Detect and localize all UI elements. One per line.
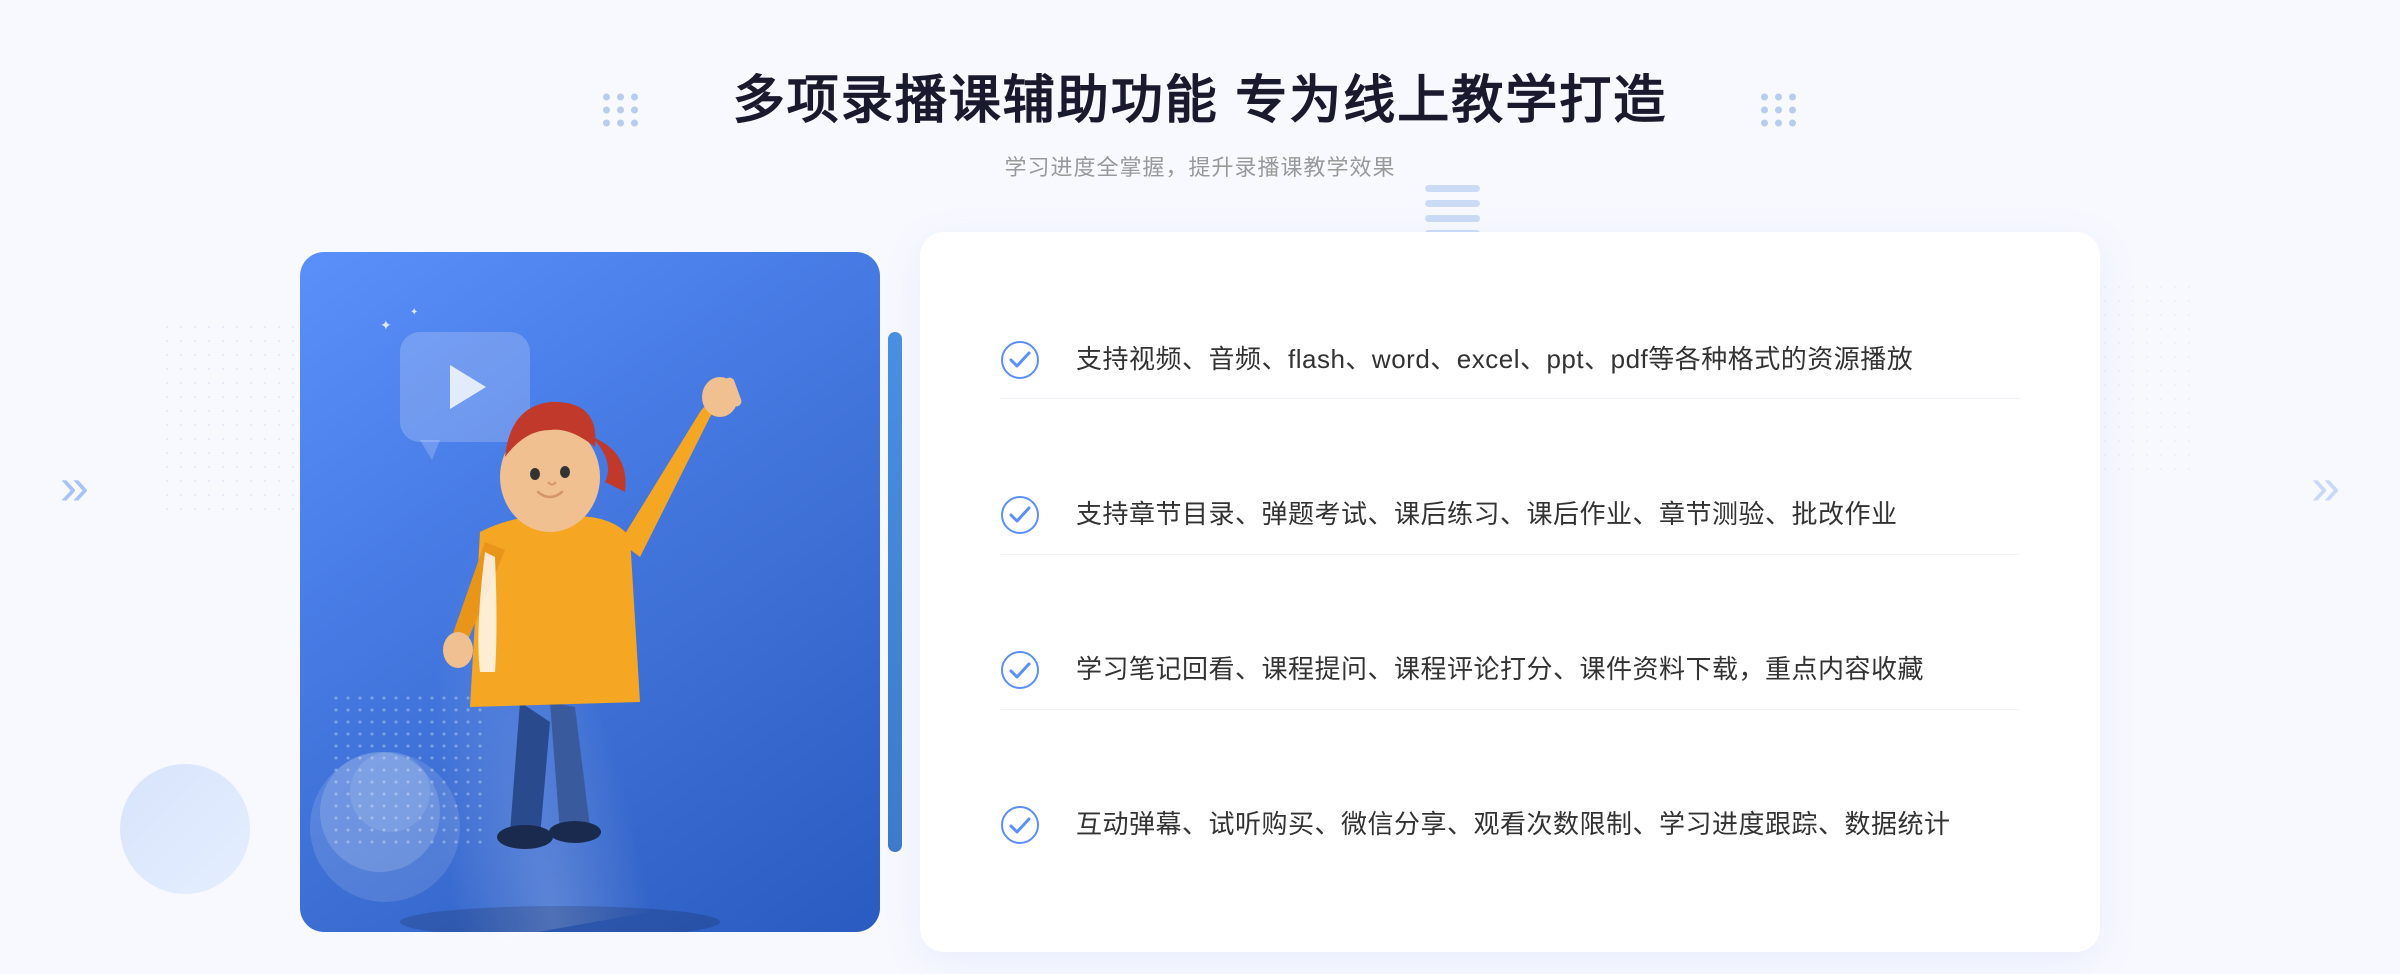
- check-circle-1: [1001, 341, 1039, 379]
- bottom-left-deco-circle: [120, 764, 250, 894]
- check-circle-2: [1001, 496, 1039, 534]
- header-section: 多项录播课辅助功能 专为线上教学打造 学习进度全掌握，提升录播课教学效果: [733, 0, 1667, 182]
- feature-item-3: 学习笔记回看、课程提问、课程评论打分、课件资料下载，重点内容收藏: [1000, 631, 2020, 710]
- feature-text-3: 学习笔记回看、课程提问、课程评论打分、课件资料下载，重点内容收藏: [1076, 649, 1924, 691]
- header-dots-left: [603, 94, 639, 127]
- page-main-title: 多项录播课辅助功能 专为线上教学打造: [733, 70, 1667, 132]
- deco-large-circle: [310, 752, 460, 902]
- feature-text-1: 支持视频、音频、flash、word、excel、ppt、pdf等各种格式的资源…: [1076, 339, 1913, 381]
- left-illustration-card: ✦ ✦: [300, 252, 880, 932]
- content-wrapper: ✦ ✦: [300, 232, 2100, 952]
- check-icon-2: [1000, 495, 1040, 535]
- check-circle-4: [1001, 806, 1039, 844]
- checkmark-svg-2: [1009, 506, 1031, 523]
- check-icon-3: [1000, 650, 1040, 690]
- feature-item-4: 互动弹幕、试听购买、微信分享、观看次数限制、学习进度跟踪、数据统计: [1000, 786, 2020, 864]
- page-sub-title: 学习进度全掌握，提升录播课教学效果: [733, 150, 1667, 182]
- header-dots-right: [1761, 94, 1797, 127]
- chevron-left-decoration: »: [60, 457, 89, 517]
- feature-text-4: 互动弹幕、试听购买、微信分享、观看次数限制、学习进度跟踪、数据统计: [1076, 804, 1951, 846]
- feature-item-1: 支持视频、音频、flash、word、excel、ppt、pdf等各种格式的资源…: [1000, 321, 2020, 400]
- feature-item-2: 支持章节目录、弹题考试、课后练习、课后作业、章节测验、批改作业: [1000, 476, 2020, 555]
- checkmark-svg-1: [1009, 351, 1031, 368]
- page-container: » » 多项录播课辅助功能 专为线上教学打造: [0, 0, 2400, 974]
- feature-text-2: 支持章节目录、弹题考试、课后练习、课后作业、章节测验、批改作业: [1076, 494, 1898, 536]
- checkmark-svg-3: [1009, 662, 1031, 679]
- blue-vertical-bar: [888, 332, 902, 852]
- check-circle-3: [1001, 651, 1039, 689]
- checkmark-svg-4: [1009, 817, 1031, 834]
- chevron-right-decoration: »: [2311, 457, 2340, 517]
- check-icon-1: [1000, 340, 1040, 380]
- right-features-panel: 支持视频、音频、flash、word、excel、ppt、pdf等各种格式的资源…: [920, 232, 2100, 952]
- check-icon-4: [1000, 805, 1040, 845]
